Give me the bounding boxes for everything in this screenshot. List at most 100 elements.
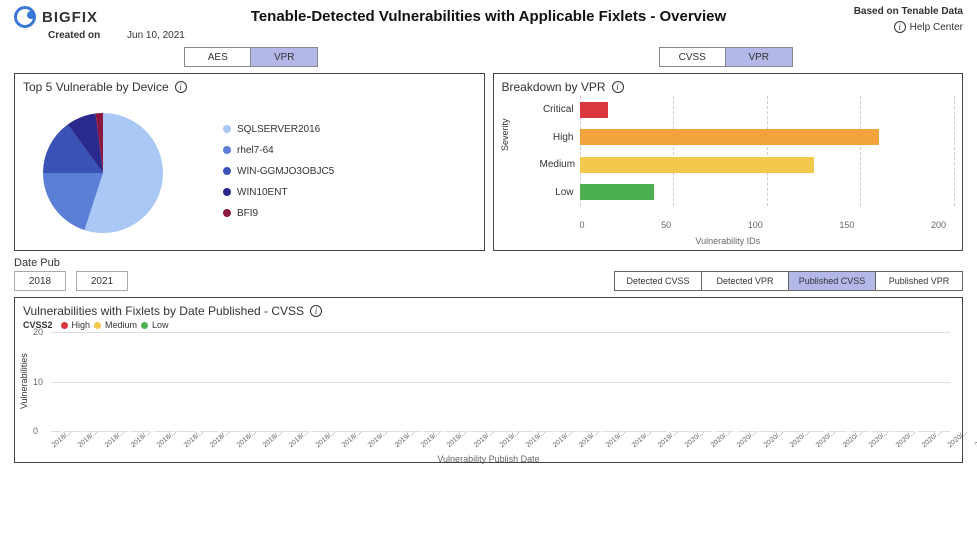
bar-xtick: 150	[839, 220, 854, 232]
stacked-xtick: 2018/...	[51, 429, 79, 456]
pie-panel-title: Top 5 Vulnerable by Device i	[23, 80, 476, 94]
pie-title-text: Top 5 Vulnerable by Device	[23, 80, 169, 94]
toggle-right: CVSS VPR	[659, 47, 793, 67]
tab-published-vpr[interactable]: Published VPR	[875, 271, 963, 291]
stacked-xtitle: Vulnerability Publish Date	[437, 454, 539, 464]
stacked-xtick: 2018/...	[77, 429, 105, 456]
header: BIGFIX Tenable-Detected Vulnerabilities …	[0, 0, 977, 30]
bar-plot[interactable]	[580, 96, 955, 206]
toggle-vpr-right[interactable]: VPR	[726, 48, 792, 66]
toggle-left: AES VPR	[184, 47, 318, 67]
bar-xtitle: Vulnerability IDs	[695, 236, 760, 246]
dot-low-icon	[141, 322, 148, 329]
legend-dot-icon	[223, 188, 231, 196]
legend-medium: Medium	[105, 320, 137, 330]
stacked-xtick: 2019/...	[525, 429, 553, 456]
based-on-label: Based on Tenable Data	[854, 6, 963, 17]
bar-xtick: 100	[748, 220, 763, 232]
legend-dot-icon	[223, 167, 231, 175]
legend-item[interactable]: rhel7-64	[223, 145, 334, 156]
bar-cat-label: Critical	[540, 104, 580, 115]
header-right: Based on Tenable Data i Help Center	[854, 6, 963, 33]
stacked-xtick: 2018/...	[156, 429, 184, 456]
legend-dot-icon	[223, 209, 231, 217]
stacked-xtick: 2018/...	[341, 429, 369, 456]
stacked-xtick: 2019/...	[657, 429, 685, 456]
cvss-legend: CVSS2 High Medium Low	[23, 320, 954, 330]
panels-row: Top 5 Vulnerable by Device i SQLSERVER20…	[0, 73, 977, 251]
date-from-input[interactable]: 2018	[14, 271, 66, 291]
pie-legend: SQLSERVER2016 rhel7-64 WIN-GGMJO3OBJC5 WIN1…	[223, 124, 334, 219]
stacked-xtick: 2019/...	[367, 429, 395, 456]
logo-text: BIGFIX	[42, 9, 98, 26]
stacked-xtick: 2020/...	[815, 429, 843, 456]
stacked-xtick: 2020/...	[973, 429, 977, 456]
stacked-xtick: 2018/...	[183, 429, 211, 456]
legend-dot-icon	[223, 125, 231, 133]
stacked-xtick: 2019/...	[446, 429, 474, 456]
page-title: Tenable-Detected Vulnerabilities with Ap…	[251, 8, 726, 25]
legend-high: High	[72, 320, 91, 330]
help-label: Help Center	[910, 22, 963, 33]
legend-item[interactable]: BFI9	[223, 208, 334, 219]
legend-text: WIN10ENT	[237, 187, 288, 198]
info-icon: i	[894, 21, 906, 33]
legend-text: SQLSERVER2016	[237, 124, 320, 135]
bar-xtick: 50	[661, 220, 671, 232]
date-to-input[interactable]: 2021	[76, 271, 128, 291]
bar-cat-label: High	[540, 132, 580, 143]
bar-item[interactable]	[580, 184, 655, 200]
bar-wrap: Severity Critical High Medium Low 0 50 100 150…	[502, 96, 955, 246]
bar-item[interactable]	[580, 157, 814, 173]
info-icon[interactable]: i	[175, 81, 187, 93]
stacked-ylabel: Vulnerabilities	[19, 353, 29, 409]
bar-cat-label: Medium	[540, 159, 580, 170]
dot-high-icon	[61, 322, 68, 329]
stacked-xtick: 2020/...	[683, 429, 711, 456]
legend-item[interactable]: WIN-GGMJO3OBJC5	[223, 166, 334, 177]
bottom-title: Vulnerabilities with Fixlets by Date Pub…	[23, 304, 954, 318]
bar-xtick: 0	[580, 220, 585, 232]
toggle-row: AES VPR CVSS VPR	[0, 45, 977, 73]
tab-detected-cvss[interactable]: Detected CVSS	[614, 271, 702, 291]
tab-detected-vpr[interactable]: Detected VPR	[701, 271, 789, 291]
bar-panel-title: Breakdown by VPR i	[502, 80, 955, 94]
stacked-wrap: Vulnerabilities 010204732233423242432233…	[23, 332, 954, 460]
bar-item[interactable]	[580, 129, 880, 145]
toggle-aes[interactable]: AES	[185, 48, 251, 66]
bottom-panel: Vulnerabilities with Fixlets by Date Pub…	[14, 297, 963, 463]
pie-panel: Top 5 Vulnerable by Device i SQLSERVER20…	[14, 73, 485, 251]
bar-ylabel: Severity	[500, 118, 510, 151]
bar-title-text: Breakdown by VPR	[502, 80, 606, 94]
created-label: Created on	[48, 30, 100, 41]
stacked-xtick: 2020/...	[921, 429, 949, 456]
bar-xtick: 200	[931, 220, 946, 232]
created-value: Jun 10, 2021	[127, 30, 185, 41]
dot-medium-icon	[94, 322, 101, 329]
created-row: Created on Jun 10, 2021	[0, 30, 977, 45]
stacked-xtick: 2018/...	[314, 429, 342, 456]
stacked-plot[interactable]: 0102047322334232424322332333833283256253…	[51, 332, 950, 432]
bar-cat-labels: Critical High Medium Low	[540, 96, 580, 206]
bar-item[interactable]	[580, 102, 608, 118]
legend-text: BFI9	[237, 208, 258, 219]
legend-item[interactable]: WIN10ENT	[223, 187, 334, 198]
bottom-title-text: Vulnerabilities with Fixlets by Date Pub…	[23, 304, 304, 318]
bar-panel: Breakdown by VPR i Severity Critical High…	[493, 73, 964, 251]
toggle-cvss[interactable]: CVSS	[660, 48, 726, 66]
tab-published-cvss[interactable]: Published CVSS	[788, 271, 876, 291]
stacked-xaxis: 2018/...2018/...2018/...2018/...2018/...…	[51, 434, 950, 450]
bar-xaxis: 0 50 100 150 200	[580, 220, 947, 232]
info-icon[interactable]: i	[310, 305, 322, 317]
stacked-ytick: 10	[33, 377, 43, 387]
toggle-vpr-left[interactable]: VPR	[251, 48, 317, 66]
info-icon[interactable]: i	[612, 81, 624, 93]
stacked-ytick: 20	[33, 327, 43, 337]
pie-chart[interactable]	[23, 101, 193, 241]
stacked-ytick: 0	[33, 426, 38, 436]
stacked-xtick: 2019/...	[604, 429, 632, 456]
legend-item[interactable]: SQLSERVER2016	[223, 124, 334, 135]
stacked-xtick: 2020/...	[762, 429, 790, 456]
help-link[interactable]: i Help Center	[854, 21, 963, 33]
bar-cat-label: Low	[540, 187, 580, 198]
